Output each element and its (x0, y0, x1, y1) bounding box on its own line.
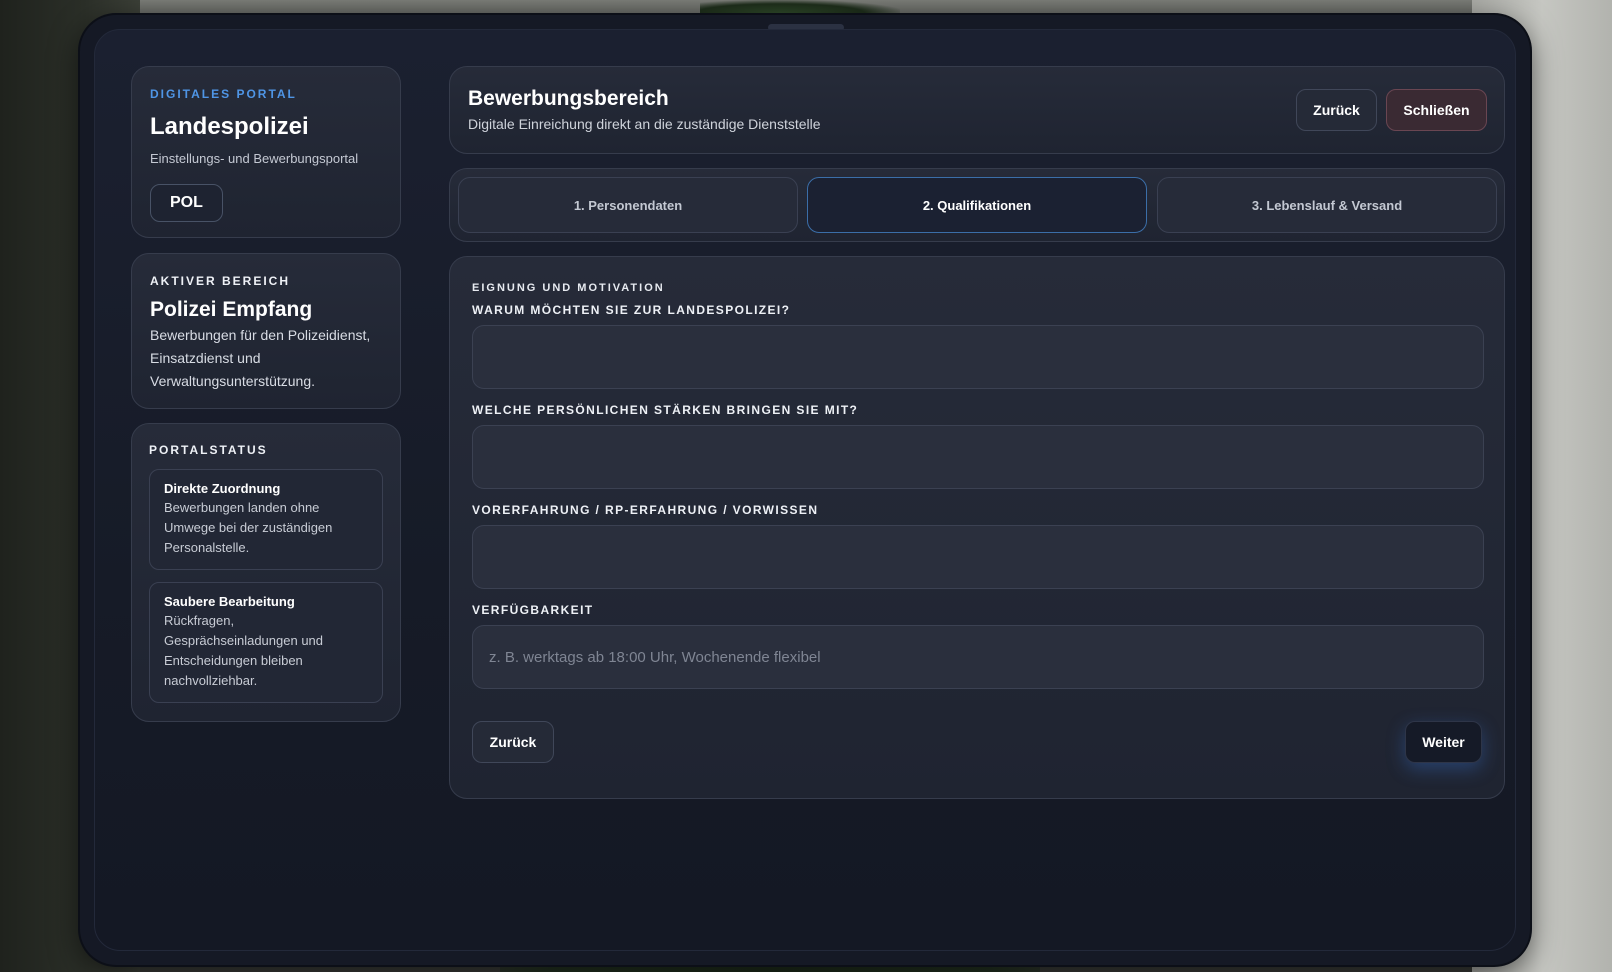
field-label-motivation: WARUM MÖCHTEN SIE ZUR LANDESPOLIZEI? (472, 303, 791, 317)
brand-eyebrow: DIGITALES PORTAL (150, 87, 297, 101)
active-area-title: Polizei Empfang (150, 298, 313, 321)
status-item-text: Bewerbungen landen ohne Umwege bei der z… (164, 500, 333, 555)
field-label-strengths: WELCHE PERSÖNLICHEN STÄRKEN BRINGEN SIE … (472, 403, 859, 417)
brand-card: DIGITALES PORTAL Landespolizei Einstellu… (131, 66, 401, 238)
status-item-title: Direkte Zuordnung (164, 481, 281, 496)
status-item-direct-assignment: Direkte Zuordnung Bewerbungen landen ohn… (149, 469, 383, 570)
form-section-title: EIGNUNG UND MOTIVATION (472, 282, 665, 294)
motivation-field[interactable] (472, 325, 1484, 389)
field-label-availability: VERFÜGBARKEIT (472, 603, 594, 617)
brand-subtitle: Einstellungs- und Bewerbungsportal (150, 151, 359, 166)
strengths-field[interactable] (472, 425, 1484, 489)
status-item-clean-processing: Saubere Bearbeitung Rückfragen, Gespräch… (149, 582, 383, 703)
header-card: Bewerbungsbereich Digitale Einreichung d… (449, 66, 1505, 154)
active-area-eyebrow: AKTIVER BEREICH (150, 274, 291, 288)
pol-badge: POL (150, 184, 223, 222)
tablet-screen: DIGITALES PORTAL Landespolizei Einstellu… (94, 29, 1516, 951)
status-item-text: Rückfragen, Gesprächseinladungen und Ent… (164, 613, 324, 688)
tablet-device: DIGITALES PORTAL Landespolizei Einstellu… (80, 15, 1530, 965)
step-tabs: 1. Personendaten 2. Qualifikationen 3. L… (449, 168, 1505, 242)
tab-personal-data[interactable]: 1. Personendaten (458, 177, 798, 233)
active-area-card: AKTIVER BEREICH Polizei Empfang Bewerbun… (131, 253, 401, 409)
status-item-title: Saubere Bearbeitung (164, 594, 295, 609)
active-area-text: Bewerbungen für den Polizeidienst, Einsa… (150, 327, 371, 389)
next-button[interactable]: Weiter (1405, 721, 1482, 763)
qualification-form: EIGNUNG UND MOTIVATION WARUM MÖCHTEN SIE… (449, 256, 1505, 799)
tab-qualifications[interactable]: 2. Qualifikationen (807, 177, 1147, 233)
close-button[interactable]: Schließen (1386, 89, 1487, 131)
brand-title: Landespolizei (150, 113, 309, 140)
experience-field[interactable] (472, 525, 1484, 589)
portal-status-card: PORTALSTATUS Direkte Zuordnung Bewerbung… (131, 423, 401, 722)
form-back-button[interactable]: Zurück (472, 721, 554, 763)
portal-status-eyebrow: PORTALSTATUS (149, 443, 268, 457)
header-back-button[interactable]: Zurück (1296, 89, 1377, 131)
tab-resume-submission[interactable]: 3. Lebenslauf & Versand (1157, 177, 1497, 233)
availability-field[interactable] (472, 625, 1484, 689)
field-label-experience: VORERFAHRUNG / RP-ERFAHRUNG / VORWISSEN (472, 503, 819, 517)
